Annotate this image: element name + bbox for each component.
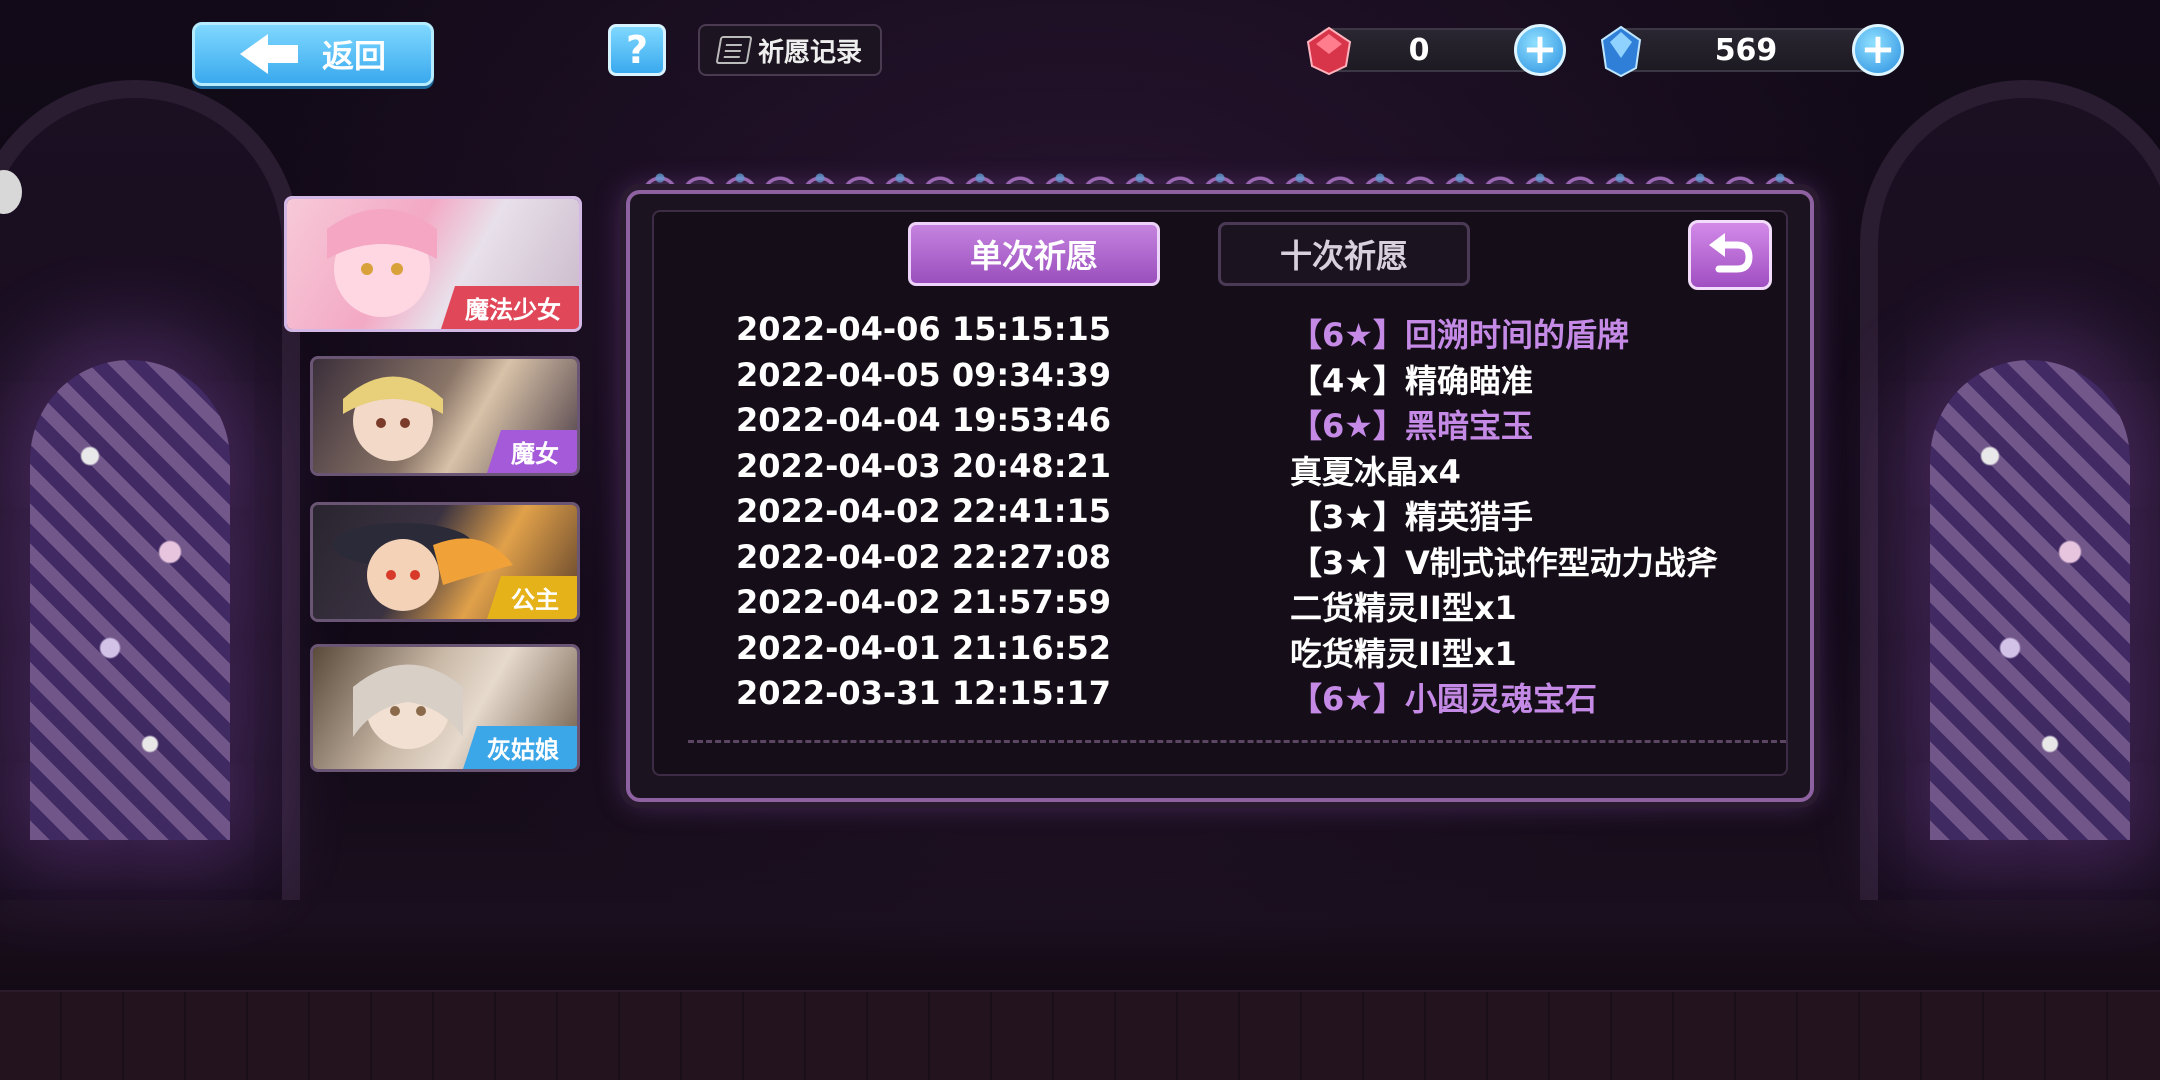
character-card-cinderella[interactable]: 灰姑娘 bbox=[310, 644, 580, 772]
record-time: 2022-04-02 22:27:08 bbox=[736, 537, 1112, 576]
add-red-gem-button[interactable]: + bbox=[1514, 24, 1566, 76]
character-card-princess[interactable]: 公主 bbox=[310, 502, 580, 622]
record-row: 2022-04-01 21:16:52 吃货精灵II型x1 bbox=[736, 629, 1786, 675]
record-time: 2022-04-01 21:16:52 bbox=[736, 628, 1112, 667]
record-row: 2022-04-02 22:27:08 【3★】V制式试作型动力战斧 bbox=[736, 538, 1786, 584]
record-item: 【3★】V制式试作型动力战斧 bbox=[1290, 543, 1718, 582]
character-label: 魔法少女 bbox=[441, 286, 579, 329]
record-time: 2022-04-04 19:53:46 bbox=[736, 401, 1112, 439]
wish-record-label: 祈愿记录 bbox=[757, 37, 862, 68]
record-item: 【6★】黑暗宝玉 bbox=[1290, 407, 1533, 445]
floor bbox=[0, 990, 2160, 1080]
record-time: 2022-04-02 21:57:59 bbox=[736, 583, 1112, 621]
record-time: 2022-04-06 15:15:15 bbox=[736, 310, 1112, 348]
record-item: 真夏冰晶x4 bbox=[1290, 452, 1461, 491]
back-label: 返回 bbox=[321, 37, 386, 75]
record-item: 【6★】回溯时间的盾牌 bbox=[1290, 316, 1629, 354]
wish-record-button[interactable]: 祈愿记录 bbox=[698, 24, 882, 76]
record-row: 2022-04-05 09:34:39 【4★】精确瞄准 bbox=[736, 356, 1786, 402]
record-time: 2022-04-05 09:34:39 bbox=[736, 355, 1112, 394]
record-item: 二货精灵II型x1 bbox=[1290, 589, 1517, 627]
record-time: 2022-04-02 22:41:15 bbox=[736, 492, 1112, 530]
tab-single-wish[interactable]: 单次祈愿 bbox=[908, 222, 1160, 286]
record-item: 吃货精灵II型x1 bbox=[1290, 634, 1517, 673]
return-button[interactable] bbox=[1688, 220, 1772, 290]
right-stained-glass bbox=[1930, 360, 2130, 840]
wish-record-list: 2022-04-06 15:15:15 【6★】回溯时间的盾牌 2022-04-… bbox=[736, 310, 1786, 720]
add-blue-crystal-button[interactable]: + bbox=[1852, 24, 1904, 76]
record-item: 【3★】精英猎手 bbox=[1290, 498, 1533, 536]
character-card-magical-girl[interactable]: 魔法少女 bbox=[284, 196, 582, 332]
tab-ten-wish[interactable]: 十次祈愿 bbox=[1218, 222, 1470, 286]
red-gem-value: 0 bbox=[1408, 32, 1430, 68]
help-button[interactable]: ? bbox=[608, 24, 666, 76]
record-row: 2022-03-31 12:15:17 【6★】小圆灵魂宝石 bbox=[736, 674, 1786, 720]
record-row: 2022-04-06 15:15:15 【6★】回溯时间的盾牌 bbox=[736, 310, 1786, 356]
blue-crystal-icon bbox=[1600, 25, 1642, 78]
list-divider bbox=[688, 740, 1786, 743]
record-row: 2022-04-04 19:53:46 【6★】黑暗宝玉 bbox=[736, 401, 1786, 447]
character-label: 公主 bbox=[487, 576, 577, 619]
record-row: 2022-04-02 21:57:59 二货精灵II型x1 bbox=[736, 583, 1786, 629]
panel-ornament-dots bbox=[640, 168, 1800, 188]
record-time: 2022-03-31 12:15:17 bbox=[736, 674, 1112, 712]
record-row: 2022-04-03 20:48:21 真夏冰晶x4 bbox=[736, 447, 1786, 493]
left-stained-glass bbox=[30, 360, 230, 840]
character-label: 灰姑娘 bbox=[463, 726, 577, 769]
red-gem-icon bbox=[1306, 26, 1352, 76]
record-item: 【4★】精确瞄准 bbox=[1290, 361, 1533, 400]
blue-crystal-value: 569 bbox=[1714, 32, 1778, 68]
return-arrow-icon bbox=[1709, 233, 1753, 273]
character-label: 魔女 bbox=[487, 430, 577, 473]
back-button[interactable]: 返回 bbox=[192, 22, 434, 86]
scroll-icon bbox=[715, 36, 753, 64]
character-card-witch[interactable]: 魔女 bbox=[310, 356, 580, 476]
record-time: 2022-04-03 20:48:21 bbox=[736, 446, 1112, 485]
arrow-left-icon bbox=[239, 34, 300, 74]
record-row: 2022-04-02 22:41:15 【3★】精英猎手 bbox=[736, 492, 1786, 538]
record-item: 【6★】小圆灵魂宝石 bbox=[1290, 680, 1597, 718]
